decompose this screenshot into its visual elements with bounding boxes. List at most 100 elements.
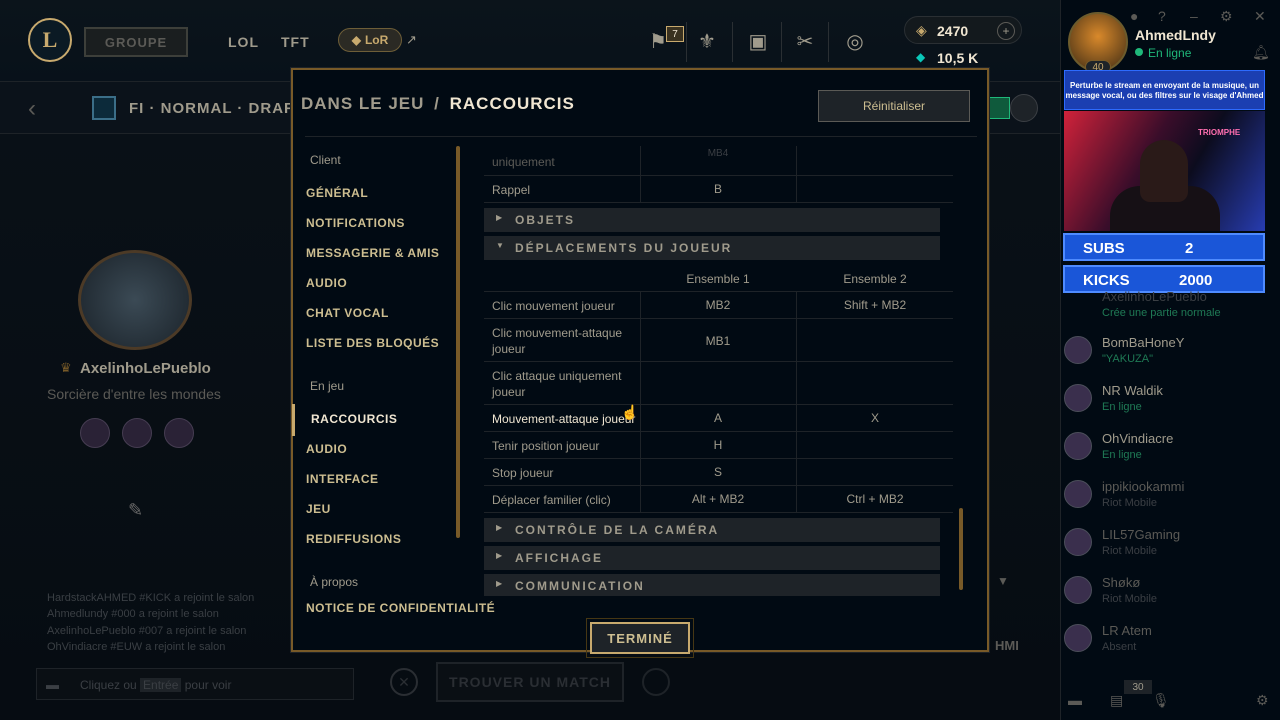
buy-rp-button[interactable]: + (997, 22, 1015, 40)
hotkey-value-set1[interactable]: A (640, 411, 796, 425)
hotkey-value-set2[interactable]: X (797, 411, 953, 425)
play-group-button[interactable]: GROUPE (84, 27, 188, 57)
hotkey-value-set1[interactable]: MB4 (640, 148, 796, 159)
external-link-icon[interactable]: ↗ (406, 32, 417, 48)
friend-list-item[interactable]: NR Waldik En ligne (1062, 380, 1262, 426)
bug-report-icon[interactable]: ⚙ (1256, 692, 1269, 709)
column-divider (640, 146, 641, 203)
friend-status: Riot Mobile (1102, 593, 1158, 605)
nav-item-game-audio[interactable]: AUDIO (306, 442, 347, 456)
close-icon[interactable]: ✕ (1254, 8, 1266, 25)
section-communication[interactable]: ▶ COMMUNICATION (484, 574, 940, 596)
clash-icon[interactable]: ⚜ (692, 26, 722, 56)
friend-list-item[interactable]: LR Atem Absent (1062, 620, 1262, 666)
nav-item-hotkeys[interactable]: RACCOURCIS (311, 412, 397, 426)
divider (828, 22, 829, 62)
hotkey-value-set1[interactable]: H (640, 438, 796, 452)
done-button[interactable]: TERMINÉ (590, 622, 690, 654)
loot-icon[interactable]: ✂ (790, 26, 820, 56)
edit-pencil-icon[interactable]: ✎ (128, 500, 143, 521)
summoner-emblem (78, 250, 192, 350)
friend-list-item[interactable]: BomBaHoneY "YAKUZA" (1062, 332, 1262, 378)
nav-scrollbar[interactable] (456, 146, 460, 538)
nav-item-interface[interactable]: INTERFACE (306, 472, 379, 486)
nav-item-messaging-friends[interactable]: MESSAGERIE & AMIS (306, 246, 439, 260)
column-header-row (484, 264, 953, 292)
lor-label: LoR (364, 33, 389, 47)
notification-dot-icon: ● (1130, 8, 1139, 24)
hotkey-value-set1[interactable]: B (640, 182, 796, 196)
gear-icon[interactable]: ⚙ (1220, 8, 1233, 25)
store-icon[interactable]: ◎ (840, 26, 870, 56)
hotkey-value-set2[interactable]: Shift + MB2 (797, 298, 953, 312)
microphone-icon[interactable]: 🎙︎ (1152, 692, 1170, 709)
hotkey-value-set2[interactable]: Ctrl + MB2 (797, 492, 953, 506)
profile-status[interactable]: En ligne (1148, 46, 1191, 60)
content-scrollbar[interactable] (959, 508, 963, 590)
friend-avatar (1064, 336, 1092, 364)
divider (305, 136, 977, 137)
hotkey-value-set1[interactable]: MB2 (640, 298, 796, 312)
hotkey-value-set1[interactable]: S (640, 465, 796, 479)
client-window: L GROUPE LOL TFT ◆ LoR ↗ ⚑ 7 ⚜ ▣ ✂ ◎ ◈ 2… (0, 0, 1280, 720)
section-display[interactable]: ▶ AFFICHAGE (484, 546, 940, 570)
chat-input-placeholder: Cliquez ou Entrée pour voir (80, 678, 231, 692)
section-camera-control[interactable]: ▶ CONTRÔLE DE LA CAMÉRA (484, 518, 940, 542)
nav-item-notifications[interactable]: NOTIFICATIONS (306, 216, 405, 230)
tab-tft[interactable]: TFT (281, 34, 310, 50)
chevron-down-icon[interactable]: ▼ (997, 574, 1009, 588)
friend-avatar (1064, 480, 1092, 508)
friend-list-item[interactable]: AxelinhoLePueblo Crée une partie normale (1062, 286, 1262, 332)
friends-icon[interactable]: ▤ (1110, 692, 1123, 709)
friend-list-item[interactable]: ippikiookammi Riot Mobile (1062, 476, 1262, 522)
nav-item-privacy-label: NOTICE DE CONFIDENTIALITÉ (306, 601, 496, 615)
blue-essence-value: 10,5 K (937, 50, 979, 66)
invite-friend-icon[interactable] (1010, 94, 1038, 122)
mouse-cursor-icon: ☝ (621, 404, 639, 420)
minimize-icon[interactable]: – (1190, 8, 1198, 24)
friend-status: Absent (1102, 641, 1137, 653)
chat-line: Ahmedlundy #000 a rejoint le salon (47, 608, 219, 621)
collapse-triangle-icon: ▼ (496, 241, 504, 250)
nav-item-blocked-list[interactable]: LISTE DES BLOQUÉS (306, 336, 439, 350)
nav-item-replays[interactable]: REDIFFUSIONS (306, 532, 401, 546)
blue-essence-icon: ◆ (916, 50, 926, 64)
back-chevron-icon[interactable]: ‹ (28, 95, 36, 123)
hotkey-value-set1[interactable]: MB1 (640, 334, 796, 348)
nav-item-client-audio[interactable]: AUDIO (306, 276, 347, 290)
friend-status: En ligne (1102, 449, 1142, 461)
help-icon[interactable]: ? (1158, 8, 1166, 24)
hotkey-value-set1[interactable]: Alt + MB2 (640, 492, 796, 506)
friend-list-item[interactable]: LIL57Gaming Riot Mobile (1062, 524, 1262, 570)
friend-list-item[interactable]: Shøkø Riot Mobile (1062, 572, 1262, 618)
lor-launch-button[interactable]: ◆ LoR (338, 28, 402, 52)
reset-button[interactable]: Réinitialiser (818, 90, 970, 122)
stream-overlay-banner: Perturbe le stream en envoyant de la mus… (1064, 70, 1265, 110)
tab-lol[interactable]: LOL (228, 34, 259, 50)
league-logo-icon[interactable]: L (28, 18, 72, 62)
chat-icon[interactable]: ▬ (1068, 692, 1082, 708)
chat-line: OhVindiacre #EUW a rejoint le salon (47, 640, 226, 653)
bell-icon[interactable]: 🔔︎ (1252, 44, 1270, 61)
missions-count-badge: 7 (666, 26, 684, 42)
find-match-button[interactable]: TROUVER UN MATCH (436, 662, 624, 702)
friend-avatar (1064, 432, 1092, 460)
lobby-options-icon[interactable] (642, 668, 670, 696)
column-divider (796, 146, 797, 203)
friend-avatar (1064, 576, 1092, 604)
nav-item-game[interactable]: JEU (306, 502, 331, 516)
hotkey-label: Clic attaque uniquement joueur (492, 369, 622, 399)
webcam-neon-sign: TRIOMPHE (1198, 128, 1241, 137)
leave-lobby-icon[interactable]: ✕ (390, 668, 418, 696)
nav-item-general[interactable]: GÉNÉRAL (306, 186, 368, 200)
expand-triangle-icon: ▶ (496, 213, 503, 222)
section-player-movement[interactable]: ▼ DÉPLACEMENTS DU JOUEUR (484, 236, 940, 260)
friend-list-item[interactable]: OhVindiacre En ligne (1062, 428, 1262, 474)
collection-icon[interactable]: ▣ (743, 26, 773, 56)
hotkey-label: Clic mouvement joueur (492, 299, 615, 313)
nav-item-voice-chat[interactable]: CHAT VOCAL (306, 306, 389, 320)
expand-triangle-icon: ▶ (496, 551, 503, 560)
section-items[interactable]: ▶ OBJETS (484, 208, 940, 232)
party-leader-crown-icon: ♛ (60, 360, 72, 375)
nav-item-privacy-notice[interactable]: NOTICE DE CONFIDENTIALITÉ (306, 601, 495, 618)
